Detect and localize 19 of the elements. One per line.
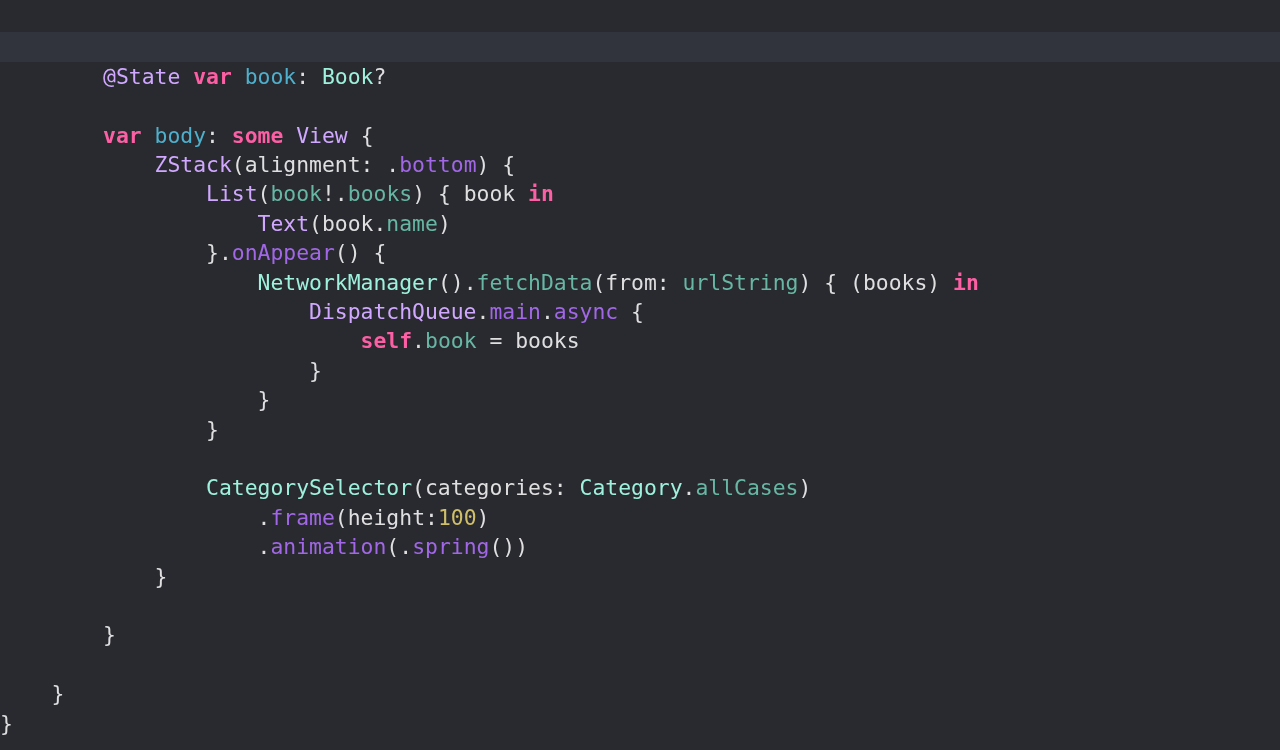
- code-line: self.book = books: [359, 327, 580, 356]
- code-line: }: [102, 621, 116, 650]
- code-line: var body: some View {: [102, 121, 374, 150]
- code-line: CategorySelector(categories: Category.allCases): [205, 474, 812, 503]
- code-line: Text(book.name): [256, 209, 451, 238]
- code-line: }: [308, 356, 322, 385]
- code-line: List(book!.books) { book in: [205, 180, 554, 209]
- code-line: @State var book: Book?: [102, 62, 387, 91]
- code-line: DispatchQueue.main.async {: [308, 298, 644, 326]
- code-line: NetworkManager().fetchData(from: urlString) { (books) in: [256, 268, 979, 297]
- code-line: }.onAppear() {: [205, 239, 387, 268]
- code-line: }: [205, 415, 219, 444]
- code-line: }: [0, 709, 13, 738]
- code-line: }: [256, 386, 271, 415]
- code-line: }: [153, 562, 168, 591]
- code-line: }: [50, 680, 65, 709]
- code-line: .animation(.spring()): [256, 533, 529, 562]
- code-line: .frame(height:100): [256, 503, 490, 532]
- code-line: ZStack(alignment: .bottom) {: [153, 151, 516, 179]
